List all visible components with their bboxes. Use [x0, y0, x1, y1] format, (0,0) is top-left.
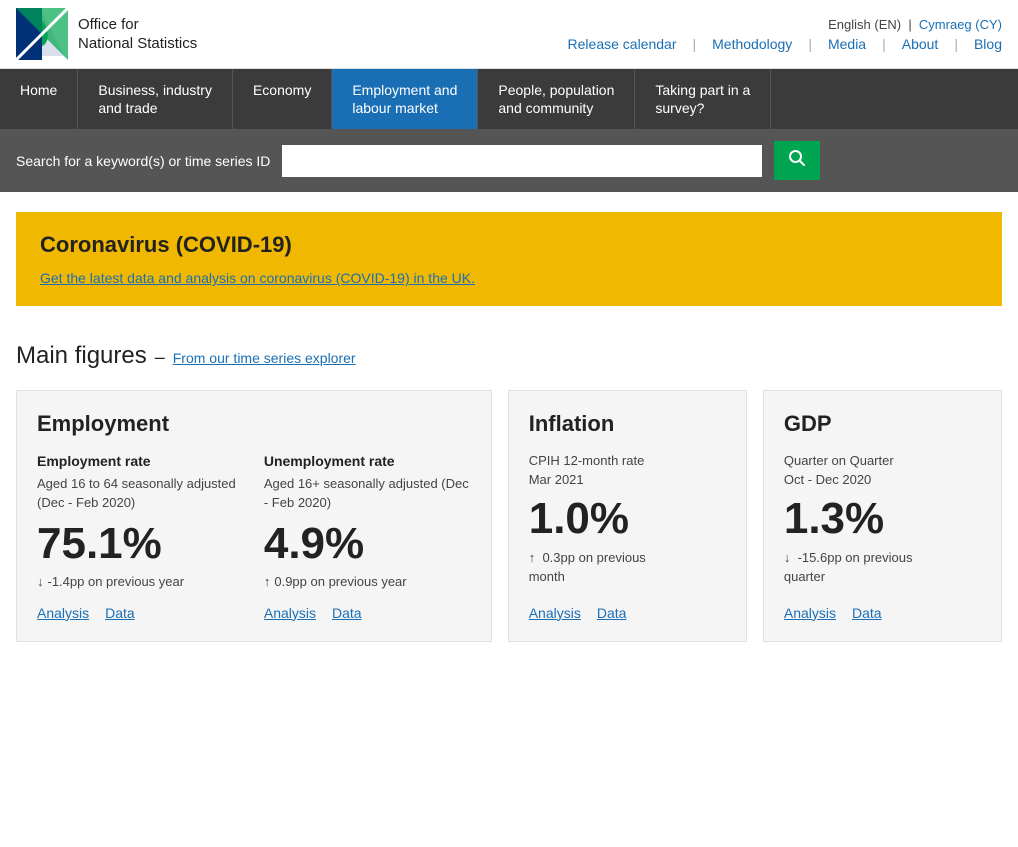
inflation-data-link[interactable]: Data — [597, 605, 627, 621]
main-figures-section: Main figures – From our time series expl… — [0, 326, 1018, 370]
lang-english-label: English (EN) — [828, 17, 901, 32]
time-series-link[interactable]: From our time series explorer — [173, 350, 356, 366]
gdp-data-link[interactable]: Data — [852, 605, 882, 621]
inflation-change: ↑ 0.3pp on previousmonth — [529, 549, 726, 585]
search-icon — [788, 149, 806, 167]
employment-rate-value: 75.1% — [37, 522, 244, 566]
inflation-links: Analysis Data — [529, 605, 726, 621]
covid-link[interactable]: Get the latest data and analysis on coro… — [40, 270, 475, 286]
cards-row: Employment Employment rate Aged 16 to 64… — [0, 390, 1018, 671]
search-button[interactable] — [774, 141, 820, 180]
nav-about[interactable]: About — [902, 36, 939, 52]
nav-economy[interactable]: Economy — [233, 69, 332, 129]
inflation-value: 1.0% — [529, 497, 726, 541]
employment-card-title: Employment — [37, 411, 471, 437]
nav-people[interactable]: People, populationand community — [478, 69, 635, 129]
nav-survey[interactable]: Taking part in asurvey? — [635, 69, 771, 129]
gdp-change: ↓ -15.6pp on previousquarter — [784, 549, 981, 585]
gdp-change-text: -15.6pp on previousquarter — [784, 550, 913, 583]
employment-rate-label: Employment rate — [37, 453, 244, 469]
gdp-analysis-link[interactable]: Analysis — [784, 605, 836, 621]
unemployment-rate-col: Unemployment rate Aged 16+ seasonally ad… — [264, 453, 471, 620]
search-label: Search for a keyword(s) or time series I… — [16, 153, 270, 169]
employment-rate-change-text: -1.4pp on previous year — [48, 574, 185, 589]
top-nav: Release calendar | Methodology | Media |… — [568, 36, 1002, 52]
employment-rate-data-link[interactable]: Data — [105, 605, 135, 621]
nav-business[interactable]: Business, industryand trade — [78, 69, 233, 129]
nav-employment[interactable]: Employment andlabour market — [332, 69, 478, 129]
inflation-sub-label: CPIH 12-month rate — [529, 453, 726, 468]
inflation-arrow: ↑ — [529, 550, 536, 565]
nav-home[interactable]: Home — [0, 69, 78, 129]
employment-rate-change: ↓ -1.4pp on previous year — [37, 574, 244, 589]
nav-release-calendar[interactable]: Release calendar — [568, 36, 677, 52]
employment-rate-arrow: ↓ — [37, 574, 44, 589]
unemployment-rate-links: Analysis Data — [264, 605, 471, 621]
gdp-links: Analysis Data — [784, 605, 981, 621]
search-section: Search for a keyword(s) or time series I… — [0, 129, 1018, 192]
logo-area: Office for National Statistics — [16, 8, 197, 60]
employment-rate-col: Employment rate Aged 16 to 64 seasonally… — [37, 453, 244, 620]
unemployment-rate-data-link[interactable]: Data — [332, 605, 362, 621]
inflation-change-text: 0.3pp on previousmonth — [529, 550, 646, 583]
inflation-sub-date: Mar 2021 — [529, 472, 726, 487]
inflation-card: Inflation CPIH 12-month rate Mar 2021 1.… — [508, 390, 747, 641]
inflation-card-title: Inflation — [529, 411, 726, 437]
employment-rate-desc: Aged 16 to 64 seasonally adjusted (Dec -… — [37, 475, 244, 511]
unemployment-rate-arrow: ↑ — [264, 574, 271, 589]
gdp-sub-date: Oct - Dec 2020 — [784, 472, 981, 487]
unemployment-rate-change-text: 0.9pp on previous year — [274, 574, 406, 589]
top-header: Office for National Statistics English (… — [0, 0, 1018, 69]
gdp-arrow: ↓ — [784, 550, 791, 565]
inflation-analysis-link[interactable]: Analysis — [529, 605, 581, 621]
nav-media[interactable]: Media — [828, 36, 866, 52]
unemployment-rate-analysis-link[interactable]: Analysis — [264, 605, 316, 621]
gdp-value: 1.3% — [784, 497, 981, 541]
unemployment-rate-label: Unemployment rate — [264, 453, 471, 469]
gdp-card-title: GDP — [784, 411, 981, 437]
employment-card: Employment Employment rate Aged 16 to 64… — [16, 390, 492, 641]
unemployment-rate-desc: Aged 16+ seasonally adjusted (Dec - Feb … — [264, 475, 471, 511]
lang-welsh-link[interactable]: Cymraeg (CY) — [919, 17, 1002, 32]
org-name: Office for National Statistics — [78, 15, 197, 54]
ons-logo-icon — [16, 8, 68, 60]
main-navigation: Home Business, industryand trade Economy… — [0, 69, 1018, 129]
main-figures-heading: Main figures – From our time series expl… — [16, 342, 1002, 370]
employment-rate-links: Analysis Data — [37, 605, 244, 621]
unemployment-rate-value: 4.9% — [264, 522, 471, 566]
gdp-sub-label: Quarter on Quarter — [784, 453, 981, 468]
language-bar: English (EN) | Cymraeg (CY) — [568, 17, 1002, 32]
employment-columns: Employment rate Aged 16 to 64 seasonally… — [37, 453, 471, 620]
gdp-card: GDP Quarter on Quarter Oct - Dec 2020 1.… — [763, 390, 1002, 641]
employment-rate-analysis-link[interactable]: Analysis — [37, 605, 89, 621]
nav-blog[interactable]: Blog — [974, 36, 1002, 52]
search-input[interactable] — [282, 145, 762, 177]
top-right-area: English (EN) | Cymraeg (CY) Release cale… — [568, 17, 1002, 52]
covid-title: Coronavirus (COVID-19) — [40, 232, 978, 258]
covid-banner: Coronavirus (COVID-19) Get the latest da… — [16, 212, 1002, 306]
nav-methodology[interactable]: Methodology — [712, 36, 792, 52]
unemployment-rate-change: ↑ 0.9pp on previous year — [264, 574, 471, 589]
